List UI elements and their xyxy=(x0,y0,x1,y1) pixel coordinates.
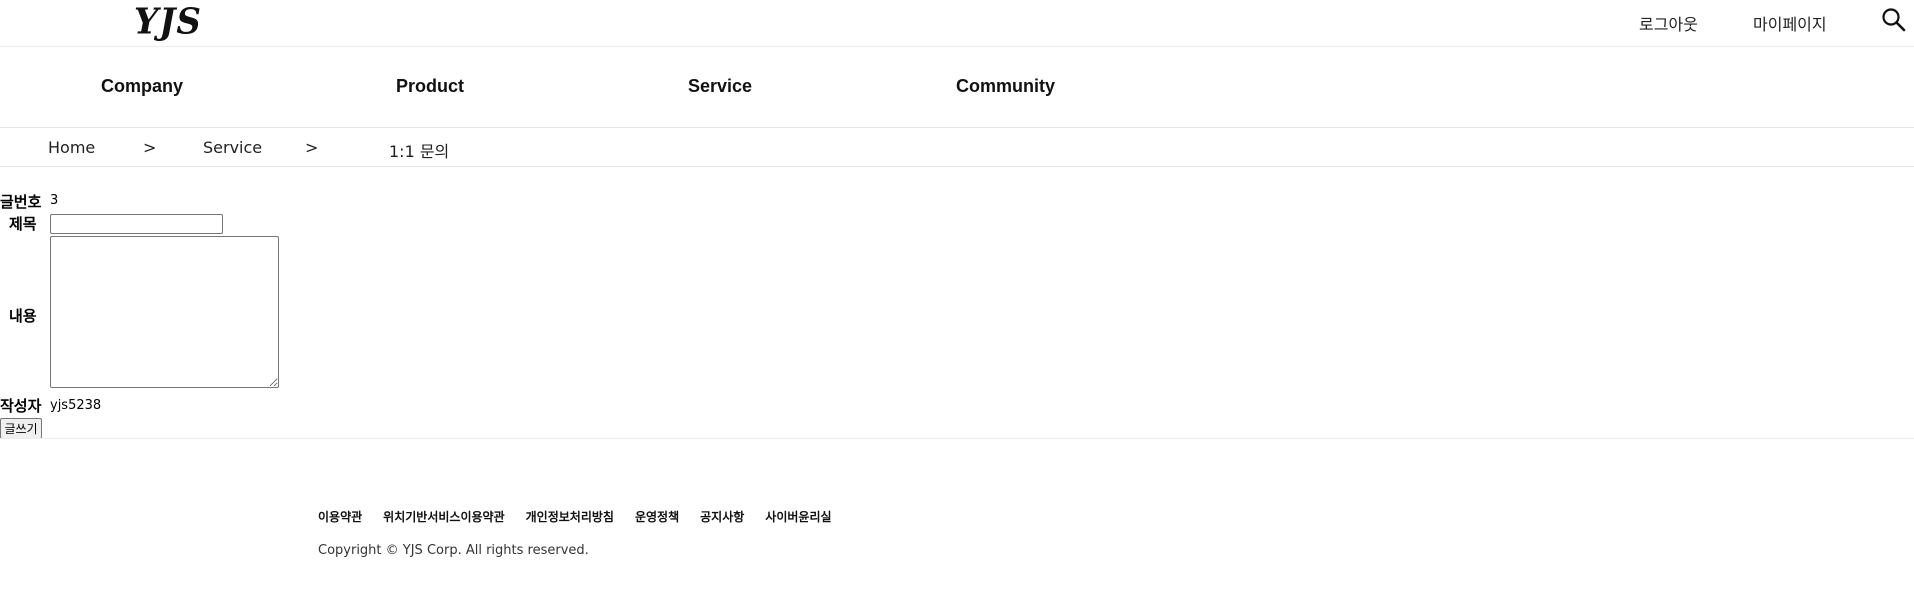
author-value: yjs5238 xyxy=(50,398,102,413)
nav-company[interactable]: Company xyxy=(101,76,183,97)
breadcrumb: Home > Service > 1:1 문의 xyxy=(0,128,1914,167)
breadcrumb-service[interactable]: Service xyxy=(203,138,262,157)
logout-link[interactable]: 로그아웃 xyxy=(1639,11,1698,35)
nav-community[interactable]: Community xyxy=(956,76,1055,97)
post-number-value: 3 xyxy=(50,193,59,208)
footer-link-policy[interactable]: 운영정책 xyxy=(635,508,679,525)
nav-product[interactable]: Product xyxy=(396,76,464,97)
footer-link-location-terms[interactable]: 위치기반서비스이용약관 xyxy=(383,508,504,525)
nav-service[interactable]: Service xyxy=(688,76,752,97)
footer-links: 이용약관 위치기반서비스이용약관 개인정보처리방침 운영정책 공지사항 사이버윤… xyxy=(318,508,832,525)
breadcrumb-separator: > xyxy=(305,138,319,157)
title-input[interactable] xyxy=(50,214,223,234)
top-bar: YJS 로그아웃 마이페이지 xyxy=(0,0,1914,47)
mypage-link[interactable]: 마이페이지 xyxy=(1753,11,1827,35)
search-icon[interactable] xyxy=(1881,7,1907,33)
main-nav: Company Product Service Community xyxy=(0,47,1914,128)
breadcrumb-current: 1:1 문의 xyxy=(389,142,450,161)
breadcrumb-home[interactable]: Home xyxy=(48,138,95,157)
footer-link-cyber-ethics[interactable]: 사이버윤리실 xyxy=(765,508,831,525)
post-number-label: 글번호 xyxy=(0,193,42,211)
footer-link-privacy[interactable]: 개인정보처리방침 xyxy=(526,508,614,525)
content-textarea[interactable] xyxy=(50,236,279,388)
footer-divider xyxy=(0,438,1914,439)
content-label: 내용 xyxy=(9,307,37,325)
footer-link-terms[interactable]: 이용약관 xyxy=(318,508,362,525)
site-logo[interactable]: YJS xyxy=(134,1,202,43)
footer-link-notice[interactable]: 공지사항 xyxy=(700,508,744,525)
author-label: 작성자 xyxy=(0,397,42,415)
breadcrumb-separator: > xyxy=(143,138,157,157)
title-label: 제목 xyxy=(9,215,37,233)
copyright-text: Copyright © YJS Corp. All rights reserve… xyxy=(318,543,589,558)
submit-post-button[interactable]: 글쓰기 xyxy=(0,418,42,439)
